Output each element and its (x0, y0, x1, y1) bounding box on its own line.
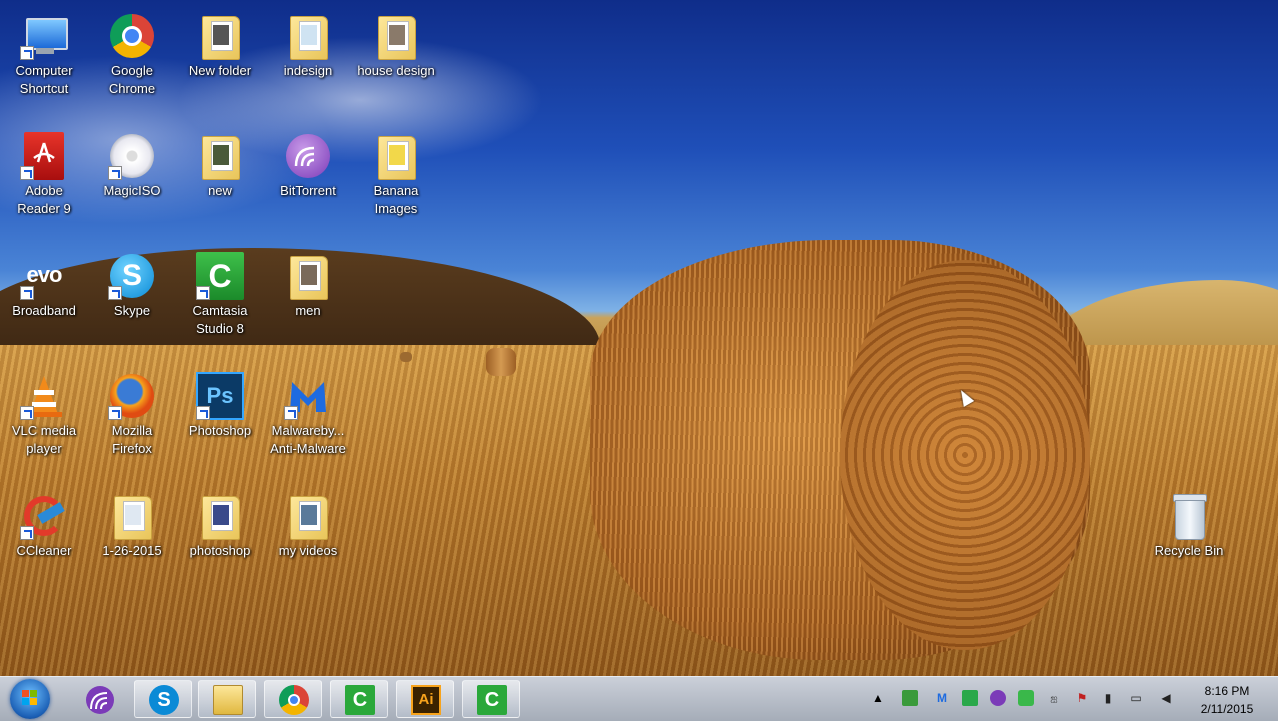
firefox-icon (108, 372, 156, 420)
folder-icon (196, 12, 244, 60)
taskbar-google-chrome-button[interactable] (264, 680, 322, 718)
taskbar-windows-explorer-button[interactable] (198, 680, 256, 718)
chrome-icon (108, 12, 156, 60)
evo-broadband-icon: evo (20, 252, 68, 300)
folder-icon (284, 252, 332, 300)
adobe-reader-icon (20, 132, 68, 180)
bittorrent-icon (86, 686, 114, 714)
taskbar-camtasia-recorder-button[interactable]: C (330, 680, 388, 718)
desktop-icon-house-design[interactable]: house design (355, 8, 437, 80)
desktop-icon-new[interactable]: new (179, 128, 261, 200)
bittorrent-icon (284, 132, 332, 180)
desktop-icon-adobe-reader[interactable]: Adobe Reader 9 (3, 128, 85, 218)
desktop-icon-firefox[interactable]: Mozilla Firefox (91, 368, 173, 458)
desktop-icon-recycle-bin[interactable]: Recycle Bin (1148, 488, 1230, 560)
chrome-icon (279, 685, 309, 715)
sync-icon[interactable] (962, 690, 978, 706)
power-icon[interactable]: ▮ (1100, 690, 1116, 706)
camtasia-icon: C (196, 252, 244, 300)
show-hidden-icons-arrow[interactable]: ▲ (870, 690, 886, 706)
magiciso-icon (108, 132, 156, 180)
usb-icon[interactable] (902, 690, 918, 706)
folder-icon (372, 12, 420, 60)
folder-icon (284, 12, 332, 60)
desktop-icon-vlc[interactable]: VLC media player (3, 368, 85, 458)
folder-icon (284, 492, 332, 540)
desktop-icon-bittorrent[interactable]: BitTorrent (267, 128, 349, 200)
desktop-icon-google-chrome[interactable]: Google Chrome (91, 8, 173, 98)
desktop-icon-1-26-2015[interactable]: 1-26-2015 (91, 488, 173, 560)
desktop-icon-men[interactable]: men (267, 248, 349, 320)
windows-start-icon[interactable] (10, 679, 50, 719)
taskbar-clock[interactable]: 8:16 PM 2/11/2015 (1185, 682, 1269, 718)
desktop-wallpaper: Computer Shortcut Google Chrome New fold… (0, 0, 1278, 676)
desktop-icon-banana-images[interactable]: Banana Images (355, 128, 437, 218)
volume-icon[interactable]: ◀ (1158, 690, 1174, 706)
folder-icon (196, 132, 244, 180)
folder-icon (372, 132, 420, 180)
desktop-icon-broadband[interactable]: evo Broadband (3, 248, 85, 320)
camtasia-icon: C (345, 685, 375, 715)
taskbar-skype-button[interactable]: S (134, 680, 192, 718)
wallpaper-hay-bale (400, 352, 412, 362)
network-icon[interactable]: ▭ (1128, 690, 1144, 706)
vlc-icon (20, 372, 68, 420)
wallpaper-hay-bale-face (840, 260, 1090, 650)
desktop-icon-camtasia[interactable]: C Camtasia Studio 8 (179, 248, 261, 338)
ccleaner-icon (20, 492, 68, 540)
desktop-icon-photoshop-folder[interactable]: photoshop (179, 488, 261, 560)
illustrator-icon: Ai (411, 685, 441, 715)
taskbar-bittorrent-button[interactable] (70, 680, 128, 718)
folder-icon (108, 492, 156, 540)
desktop-icon-indesign[interactable]: indesign (267, 8, 349, 80)
language-icon[interactable]: ஐ (1046, 690, 1062, 706)
desktop-icon-my-videos[interactable]: my videos (267, 488, 349, 560)
taskbar-illustrator-button[interactable]: Ai (396, 680, 454, 718)
desktop-icon-malwarebytes[interactable]: Malwareby... Anti-Malware (267, 368, 349, 458)
clock-date: 2/11/2015 (1200, 702, 1254, 716)
bittorrent-icon[interactable] (990, 690, 1006, 706)
taskbar: S C Ai C ▲ M ஐ ⚑ ▮ ▭ ◀ 8:16 PM 2/11/2015 (0, 676, 1278, 721)
desktop-icon-magiciso[interactable]: MagicISO (91, 128, 173, 200)
taskbar-camtasia-studio-button[interactable]: C (462, 680, 520, 718)
recycle-bin-icon (1165, 492, 1213, 540)
computer-icon (20, 12, 68, 60)
skype-icon: S (149, 685, 179, 715)
folder-icon (196, 492, 244, 540)
desktop-icon-computer[interactable]: Computer Shortcut (3, 8, 85, 98)
system-tray: ▲ M ஐ ⚑ ▮ ▭ ◀ (868, 677, 1178, 721)
security-icon[interactable] (1018, 690, 1034, 706)
folder-icon (213, 685, 243, 715)
malwarebytes-icon[interactable]: M (934, 690, 950, 706)
camtasia-icon: C (477, 685, 507, 715)
skype-icon: S (108, 252, 156, 300)
desktop-icon-new-folder[interactable]: New folder (179, 8, 261, 80)
action-center-flag-icon[interactable]: ⚑ (1074, 690, 1090, 706)
malwarebytes-icon (284, 372, 332, 420)
desktop-icon-skype[interactable]: S Skype (91, 248, 173, 320)
photoshop-icon: Ps (196, 372, 244, 420)
desktop-icon-photoshop[interactable]: Ps Photoshop (179, 368, 261, 440)
wallpaper-hay-bale (486, 348, 516, 376)
desktop-icon-ccleaner[interactable]: CCleaner (3, 488, 85, 560)
clock-time: 8:16 PM (1204, 684, 1250, 698)
